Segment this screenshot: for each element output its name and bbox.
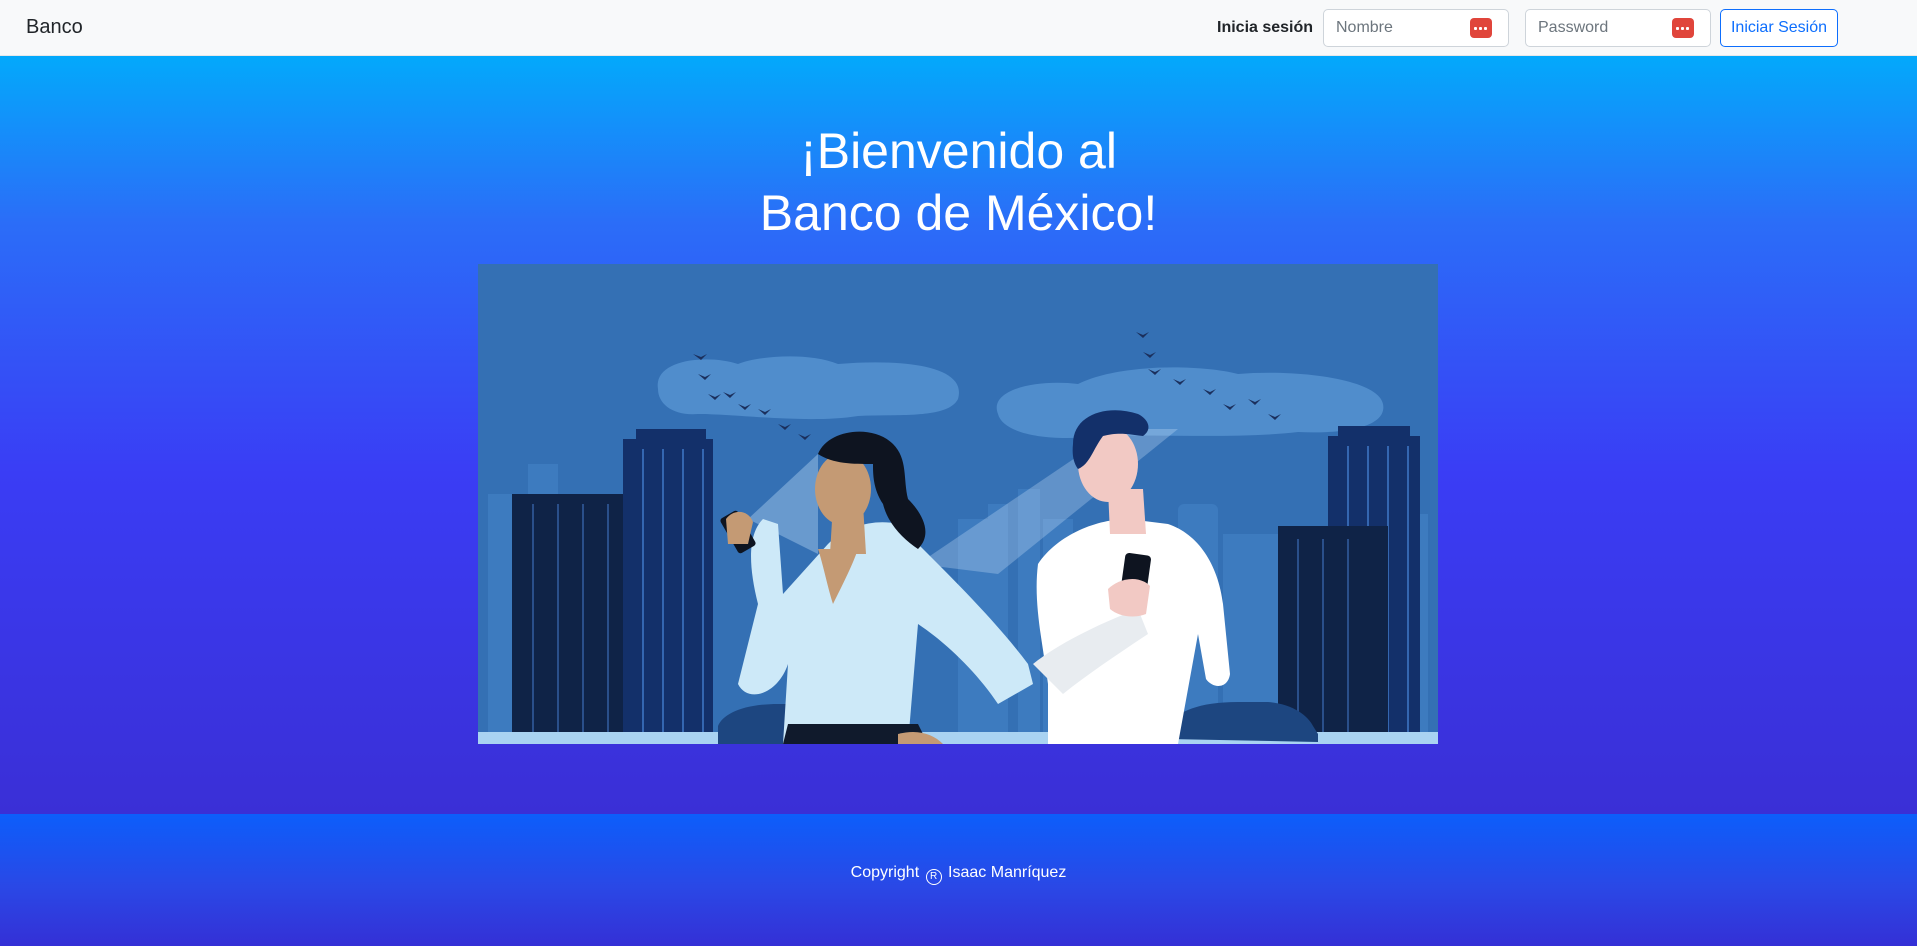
- copyright-author: Isaac Manríquez: [948, 864, 1067, 881]
- password-field[interactable]: [1525, 9, 1711, 47]
- password-manager-icon[interactable]: [1672, 18, 1694, 38]
- login-button[interactable]: Iniciar Sesión: [1720, 9, 1838, 47]
- hero-title: ¡Bienvenido al Banco de México!: [0, 120, 1917, 244]
- hero-illustration: [478, 264, 1438, 744]
- copyright-text: Copyright R Isaac Manríquez: [0, 864, 1917, 885]
- footer: Copyright R Isaac Manríquez: [0, 814, 1917, 946]
- copyright-label: Copyright: [850, 864, 920, 881]
- brand-logo[interactable]: Banco: [26, 16, 83, 39]
- registered-icon: R: [925, 869, 942, 885]
- navbar: Banco Inicia sesión Iniciar Sesión: [0, 0, 1917, 56]
- hero-section: ¡Bienvenido al Banco de México!: [0, 56, 1917, 814]
- hero-title-line2: Banco de México!: [759, 185, 1158, 241]
- hero-title-line1: ¡Bienvenido al: [800, 123, 1117, 179]
- login-label: Inicia sesión: [1217, 19, 1314, 36]
- name-field[interactable]: [1323, 9, 1509, 47]
- city-people-image: [478, 264, 1438, 744]
- password-manager-icon[interactable]: [1470, 18, 1492, 38]
- name-input[interactable]: [1324, 10, 1466, 46]
- password-input[interactable]: [1526, 10, 1668, 46]
